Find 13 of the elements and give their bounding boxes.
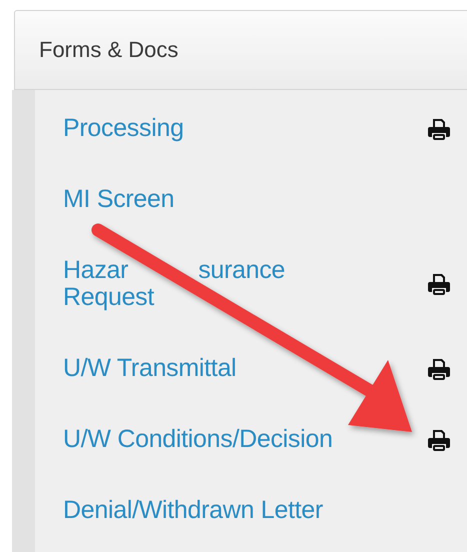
document-link[interactable]: Processing: [63, 115, 184, 142]
printer-icon[interactable]: [427, 428, 451, 450]
printer-icon[interactable]: [427, 273, 451, 295]
document-link[interactable]: surance: [198, 257, 286, 284]
document-link[interactable]: Request: [63, 284, 154, 311]
document-link[interactable]: U/W Transmittal: [63, 355, 236, 382]
panel-title: Forms & Docs: [39, 37, 178, 63]
printer-icon[interactable]: [427, 118, 451, 140]
document-link[interactable]: MI Screen: [63, 186, 174, 213]
printer-icon[interactable]: [427, 358, 451, 380]
document-link[interactable]: Denial/Withdrawn Letter: [63, 497, 323, 524]
document-link[interactable]: Hazar: [63, 257, 128, 284]
document-link[interactable]: U/W Conditions/Decision: [63, 426, 333, 453]
